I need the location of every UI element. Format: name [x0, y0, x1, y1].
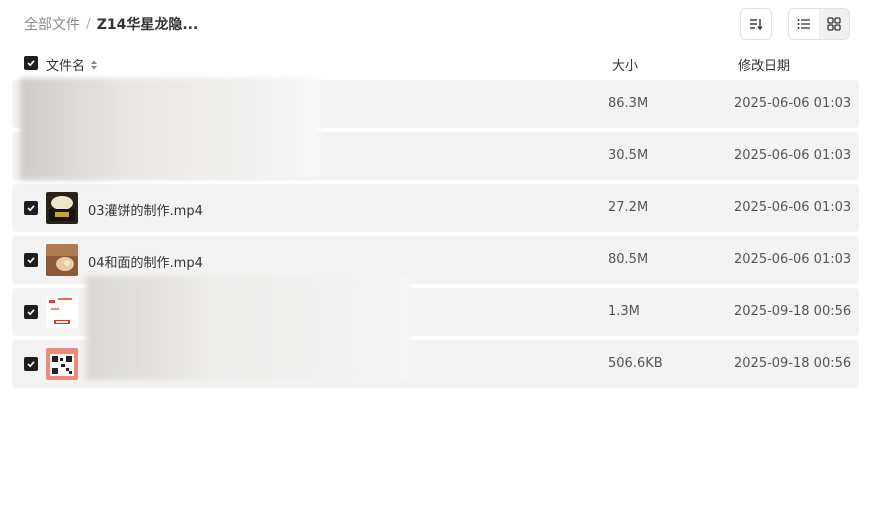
file-size: 86.3M: [608, 96, 649, 111]
table-header: 文件名 大小 修改日期: [12, 52, 859, 76]
file-size: 506.6KB: [608, 356, 663, 371]
image-thumbnail: [46, 296, 78, 328]
grid-view-button[interactable]: [819, 9, 849, 39]
qr-code-thumbnail: [46, 348, 78, 380]
file-size: 27.2M: [608, 200, 649, 215]
file-date: 2025-09-18 00:56: [734, 356, 852, 371]
top-bar: 全部文件 / Z14华星龙隐...: [0, 0, 874, 50]
file-date: 2025-06-06 01:03: [734, 200, 852, 215]
file-name: 03灌饼的制作.mp4: [88, 204, 203, 219]
column-header-size[interactable]: 大小: [612, 55, 638, 74]
video-thumbnail: [46, 244, 78, 276]
file-date: 2025-06-06 01:03: [734, 252, 852, 267]
column-header-date[interactable]: 修改日期: [738, 55, 790, 74]
list-view-button[interactable]: [789, 9, 819, 39]
select-all-checkbox[interactable]: [24, 56, 38, 70]
redacted-area: [20, 78, 320, 180]
file-date: 2025-06-06 01:03: [734, 148, 852, 163]
breadcrumb: 全部文件 / Z14华星龙隐...: [24, 14, 198, 34]
checkmark-icon: [27, 257, 35, 264]
breadcrumb-separator: /: [86, 16, 91, 32]
checkmark-icon: [27, 361, 35, 368]
file-name: 04和面的制作.mp4: [88, 256, 203, 271]
row-checkbox[interactable]: [24, 357, 38, 371]
column-name-label: 文件名: [46, 59, 86, 74]
sort-button[interactable]: [740, 8, 772, 40]
row-checkbox[interactable]: [24, 253, 38, 267]
column-header-name[interactable]: 文件名: [46, 55, 99, 74]
sort-arrows-icon: [91, 60, 98, 69]
sort-icon: [750, 19, 763, 30]
redacted-area: [86, 276, 412, 380]
checkmark-icon: [27, 309, 35, 316]
file-date: 2025-06-06 01:03: [734, 96, 852, 111]
checkmark-icon: [27, 205, 35, 212]
checkmark-icon: [27, 60, 35, 67]
row-checkbox[interactable]: [24, 201, 38, 215]
file-size: 80.5M: [608, 252, 649, 267]
file-size: 1.3M: [608, 304, 640, 319]
video-thumbnail: [46, 192, 78, 224]
breadcrumb-root[interactable]: 全部文件: [24, 14, 80, 34]
breadcrumb-current: Z14华星龙隐...: [96, 17, 199, 33]
list-view-icon: [797, 19, 810, 29]
file-date: 2025-09-18 00:56: [734, 304, 852, 319]
row-checkbox[interactable]: [24, 305, 38, 319]
view-toggle: [788, 8, 850, 40]
file-row[interactable]: 03灌饼的制作.mp4 27.2M 2025-06-06 01:03: [12, 184, 859, 232]
file-size: 30.5M: [608, 148, 649, 163]
grid-view-icon: [827, 17, 841, 31]
